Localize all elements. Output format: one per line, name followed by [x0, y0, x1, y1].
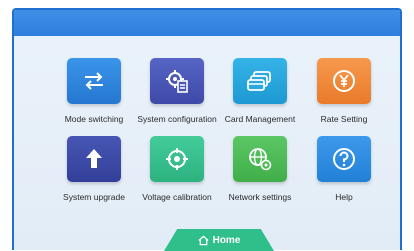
currency-coin-icon: [333, 70, 355, 92]
target-icon: [166, 148, 188, 170]
system-configuration-button[interactable]: [150, 58, 204, 104]
top-bar: [14, 10, 400, 36]
main-screen: Mode switching System configuration Card…: [12, 8, 402, 250]
network-globe-icon: [249, 148, 272, 171]
voltage-calibration-button[interactable]: [150, 136, 204, 182]
rate-setting-button[interactable]: [317, 58, 371, 104]
help-label: Help: [335, 192, 353, 202]
arrows-swap-icon: [85, 72, 103, 90]
home-label: Home: [212, 234, 241, 246]
help-button[interactable]: [317, 136, 371, 182]
mode-switching-button[interactable]: [67, 58, 121, 104]
cards-icon: [247, 71, 271, 91]
question-icon: [333, 148, 355, 170]
home-tab-button[interactable]: Home: [164, 229, 274, 251]
home-icon: [198, 235, 209, 245]
arrow-up-icon: [86, 149, 102, 168]
system-upgrade-button[interactable]: [67, 136, 121, 182]
card-management-button[interactable]: [233, 58, 287, 104]
network-settings-button[interactable]: [233, 136, 287, 182]
rate-setting-label: Rate Setting: [320, 114, 368, 124]
gear-document-icon: [166, 70, 188, 93]
